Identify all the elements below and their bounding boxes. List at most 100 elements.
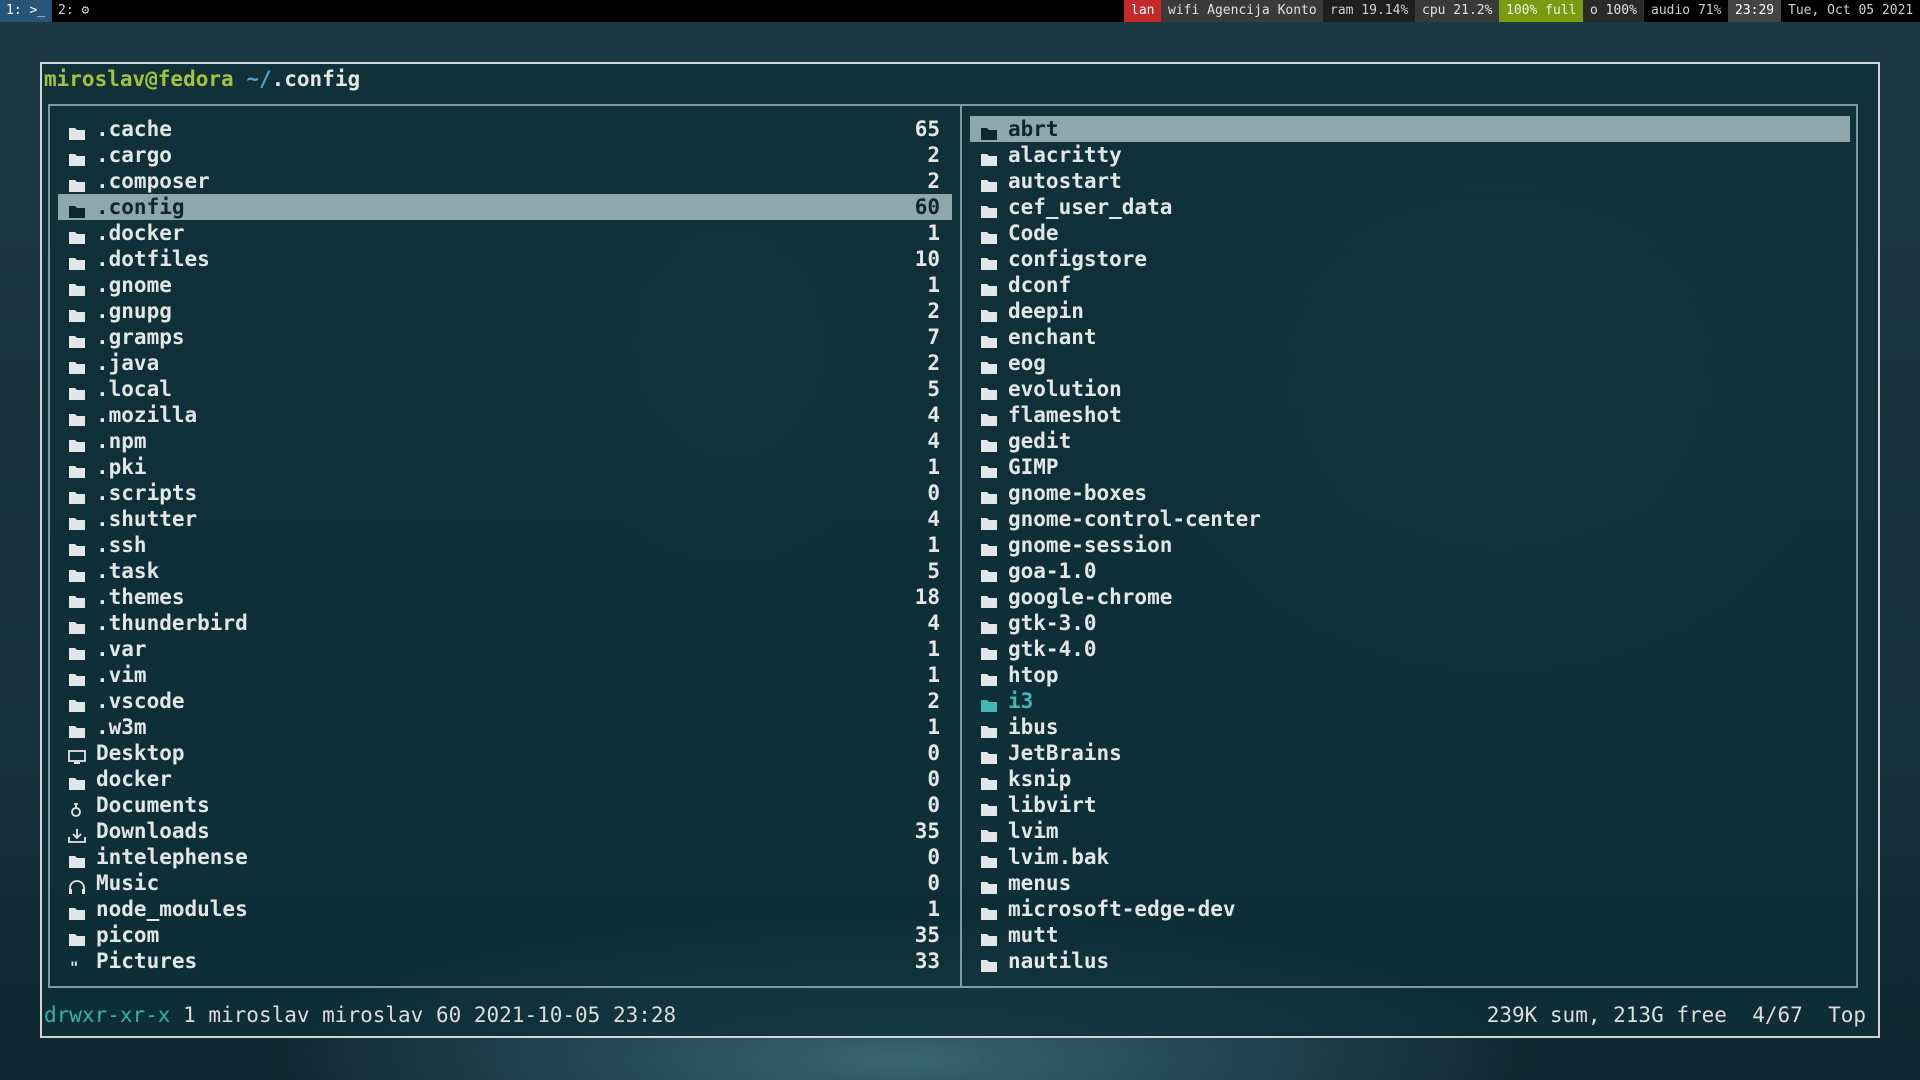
dir-entry[interactable]: cef_user_data — [970, 194, 1850, 220]
parent-dir-entry[interactable]: .vscode 2 — [58, 688, 952, 714]
parent-dir-entry[interactable]: .composer 2 — [58, 168, 952, 194]
parent-dir-entry[interactable]: .thunderbird 4 — [58, 610, 952, 636]
parent-dir-entry[interactable]: .gnupg 2 — [58, 298, 952, 324]
parent-dir-entry[interactable]: .var 1 — [58, 636, 952, 662]
dir-entry[interactable]: JetBrains — [970, 740, 1850, 766]
dir-entry[interactable]: gnome-boxes — [970, 480, 1850, 506]
folder-icon — [68, 511, 86, 530]
parent-dir-entry[interactable]: Downloads 35 — [58, 818, 952, 844]
dir-entry[interactable]: flameshot — [970, 402, 1850, 428]
parent-dir-entry[interactable]: .shutter 4 — [58, 506, 952, 532]
parent-dir-entry[interactable]: intelephense 0 — [58, 844, 952, 870]
folder-icon — [980, 225, 998, 244]
dir-entry[interactable]: Code — [970, 220, 1850, 246]
entry-name: node_modules — [96, 897, 248, 921]
dir-entry[interactable]: mutt — [970, 922, 1850, 948]
folder-icon — [68, 147, 86, 166]
parent-dir-entry[interactable]: " Pictures 33 — [58, 948, 952, 977]
dir-entry[interactable]: gtk-4.0 — [970, 636, 1850, 662]
folder-icon — [68, 537, 86, 556]
parent-dir-entry[interactable]: .docker 1 — [58, 220, 952, 246]
parent-dir-entry[interactable]: .dotfiles 10 — [58, 246, 952, 272]
dir-entry[interactable]: eog — [970, 350, 1850, 376]
dir-entry[interactable]: gnome-session — [970, 532, 1850, 558]
entry-name: .vscode — [96, 689, 185, 713]
dir-entry[interactable]: google-chrome — [970, 584, 1850, 610]
parent-dir-entry[interactable]: .cache 65 — [58, 116, 952, 142]
entry-name: autostart — [1008, 169, 1122, 193]
dir-entry[interactable]: lvim — [970, 818, 1850, 844]
entry-name: microsoft-edge-dev — [1008, 897, 1236, 921]
parent-dir-entry[interactable]: .task 5 — [58, 558, 952, 584]
parent-dir-entry[interactable]: .java 2 — [58, 350, 952, 376]
parent-dir-entry[interactable]: .gnome 1 — [58, 272, 952, 298]
dir-entry[interactable]: nautilus — [970, 948, 1850, 974]
entry-name: Downloads — [96, 819, 210, 843]
dir-entry[interactable]: gtk-3.0 — [970, 610, 1850, 636]
dir-entry[interactable]: configstore — [970, 246, 1850, 272]
entry-name: gtk-3.0 — [1008, 611, 1097, 635]
entry-name: intelephense — [96, 845, 248, 869]
entry-count: 1 — [927, 897, 940, 921]
entry-name: Music — [96, 871, 160, 895]
dir-entry[interactable]: evolution — [970, 376, 1850, 402]
folder-icon — [980, 901, 998, 920]
parent-dir-entry[interactable]: .w3m 1 — [58, 714, 952, 740]
entry-count: 1 — [927, 455, 940, 479]
dir-entry[interactable]: dconf — [970, 272, 1850, 298]
parent-dir-entry[interactable]: docker 0 — [58, 766, 952, 792]
dir-entry[interactable]: gnome-control-center — [970, 506, 1850, 532]
parent-dir-entry[interactable]: node_modules 1 — [58, 896, 952, 922]
entry-name: nautilus — [1008, 949, 1110, 973]
dir-entry[interactable]: htop — [970, 662, 1850, 688]
entry-name: libvirt — [1008, 793, 1097, 817]
dir-entry[interactable]: menus — [970, 870, 1850, 896]
parent-dir-entry[interactable]: Music 0 — [58, 870, 952, 896]
parent-dir-entry[interactable]: Desktop 0 — [58, 740, 952, 766]
entry-count: 4 — [927, 507, 940, 531]
workspace-2[interactable]: 2: ⚙ — [52, 0, 106, 22]
dir-entry[interactable]: libvirt — [970, 792, 1850, 818]
parent-dir-entry[interactable]: .npm 4 — [58, 428, 952, 454]
dir-entry[interactable]: enchant — [970, 324, 1850, 350]
parent-dir-entry[interactable]: .config 60 — [58, 194, 952, 220]
parent-dir-entry[interactable]: .ssh 1 — [58, 532, 952, 558]
status-segment: Tue, Oct 05 2021 — [1781, 0, 1920, 22]
folder-icon — [980, 563, 998, 582]
dir-entry[interactable]: ksnip — [970, 766, 1850, 792]
dir-entry[interactable]: microsoft-edge-dev — [970, 896, 1850, 922]
folder-icon — [980, 329, 998, 348]
parent-dir-entry[interactable]: .gramps 7 — [58, 324, 952, 350]
parent-dir-entry[interactable]: picom 35 — [58, 922, 952, 948]
entry-name: Pictures — [96, 949, 198, 973]
dir-entry[interactable]: i3 — [970, 688, 1850, 714]
dir-entry[interactable]: deepin — [970, 298, 1850, 324]
parent-dir-entry[interactable]: .scripts 0 — [58, 480, 952, 506]
entry-name: .cargo — [96, 143, 172, 167]
dir-entry[interactable]: abrt — [970, 116, 1850, 142]
parent-dir-entry[interactable]: .pki 1 — [58, 454, 952, 480]
parent-dir-entry[interactable]: .mozilla 4 — [58, 402, 952, 428]
dir-entry[interactable]: goa-1.0 — [970, 558, 1850, 584]
dir-entry[interactable]: lvim.bak — [970, 844, 1850, 870]
workspace-1[interactable]: 1: >_ — [0, 0, 52, 22]
dir-entry[interactable]: ibus — [970, 714, 1850, 740]
parent-dir-entry[interactable]: .themes 18 — [58, 584, 952, 610]
dir-entry[interactable]: gedit — [970, 428, 1850, 454]
parent-dir-entry[interactable]: .local 5 — [58, 376, 952, 402]
entry-count: 2 — [927, 299, 940, 323]
parent-dir-entry[interactable]: Documents 0 — [58, 792, 952, 818]
entry-count: 7 — [927, 325, 940, 349]
entry-count: 33 — [914, 949, 940, 973]
dir-entry[interactable]: GIMP — [970, 454, 1850, 480]
entry-name: .docker — [96, 221, 185, 245]
dir-entry[interactable]: autostart — [970, 168, 1850, 194]
parent-dir-entry[interactable]: .cargo 2 — [58, 142, 952, 168]
dir-entry[interactable]: alacritty — [970, 142, 1850, 168]
dir-summary: 239K sum, 213G free 4/67 Top — [1486, 1003, 1866, 1027]
parent-dir-entry[interactable]: .vim 1 — [58, 662, 952, 688]
entry-count: 2 — [927, 143, 940, 167]
folder-icon — [980, 173, 998, 192]
parent-dir-pane: .cache 65 .cargo 2 .composer 2 .config 60 .docke… — [48, 104, 962, 988]
folder-icon — [980, 147, 998, 166]
